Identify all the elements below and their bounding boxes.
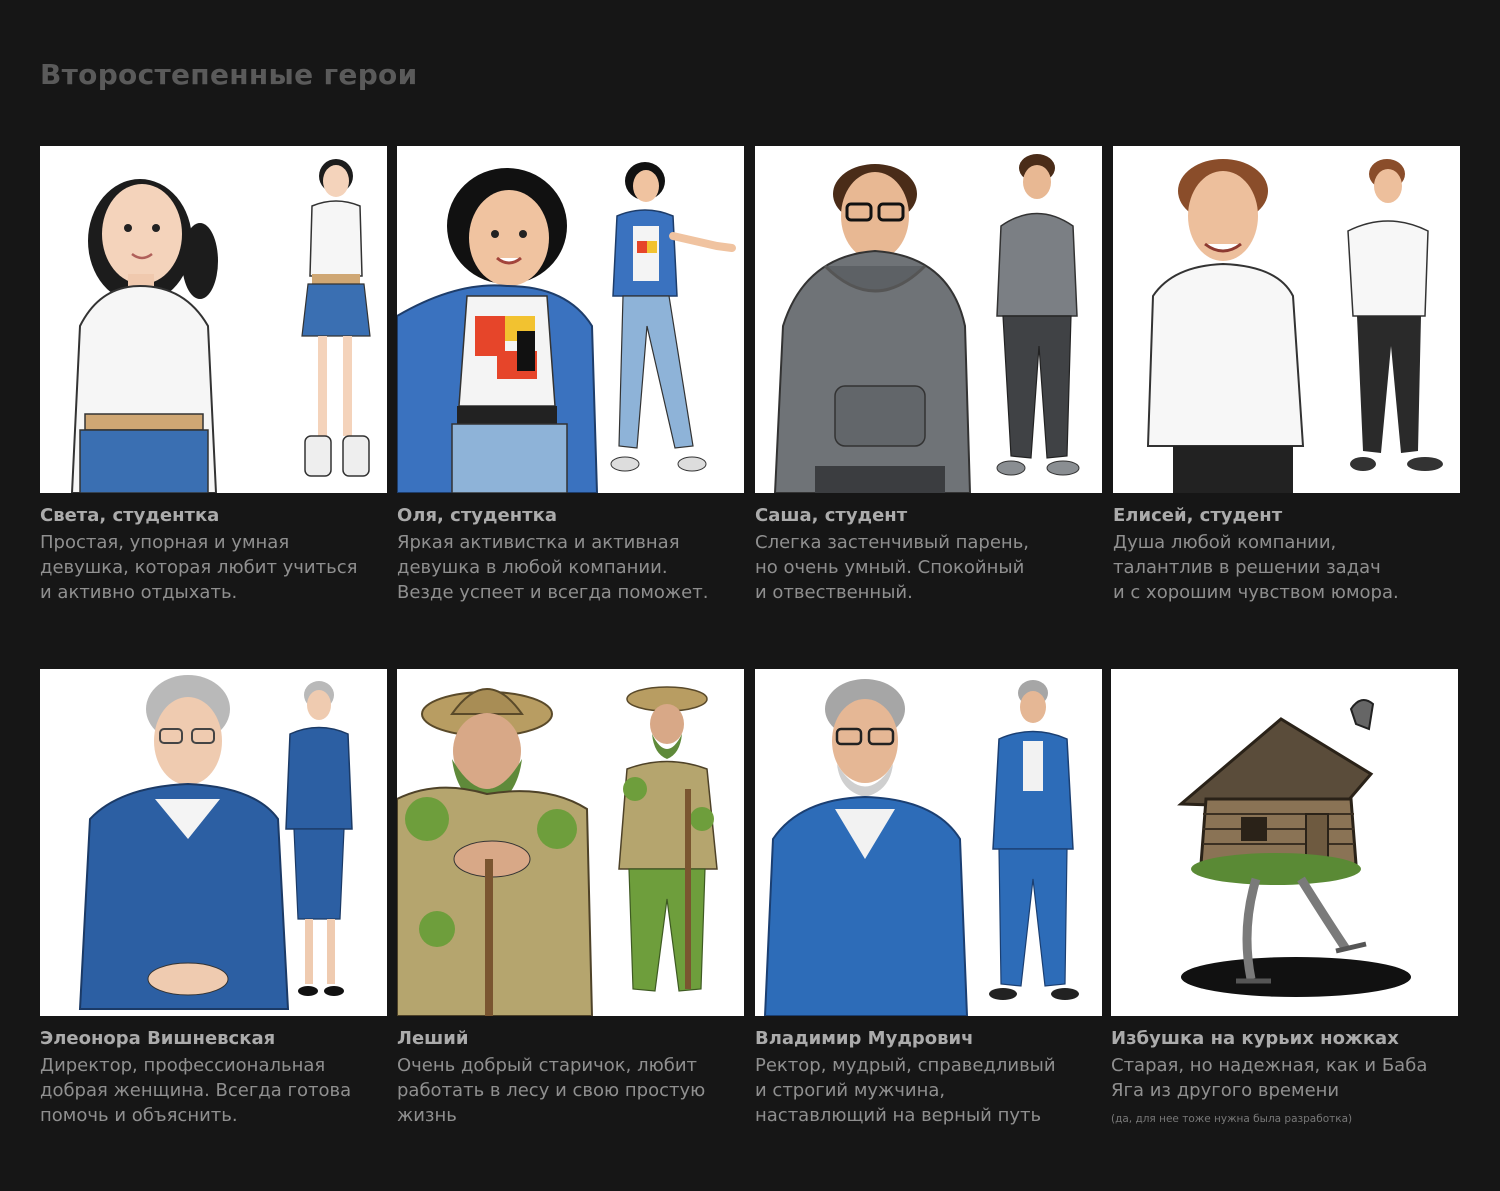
character-name: Света, студентка bbox=[40, 505, 220, 526]
character-card-izbushka: Избушка на курьих ножках Старая, но наде… bbox=[1111, 669, 1459, 1125]
character-name: Оля, студентка bbox=[397, 505, 557, 526]
character-card-leshiy: Леший Очень добрый старичок, любит работ… bbox=[397, 669, 745, 1128]
character-card-vladimir: Владимир Мудрович Ректор, мудрый, справе… bbox=[755, 669, 1103, 1128]
character-illustration-elisey bbox=[1113, 146, 1460, 493]
character-illustration-olya bbox=[397, 146, 744, 493]
character-name: Елисей, студент bbox=[1113, 505, 1283, 526]
character-description: Простая, упорная и умная девушка, котора… bbox=[40, 532, 358, 603]
character-note: (да, для нее тоже нужна была разработка) bbox=[1111, 1113, 1353, 1125]
character-card-olya: Оля, студентка Яркая активистка и активн… bbox=[397, 146, 745, 605]
character-description: Слегка застенчивый парень, но очень умны… bbox=[755, 532, 1030, 603]
character-illustration-leshiy bbox=[397, 669, 744, 1016]
character-illustration-eleonora bbox=[40, 669, 387, 1016]
character-card-eleonora: Элеонора Вишневская Директор, профессион… bbox=[40, 669, 388, 1128]
character-illustration-vladimir bbox=[755, 669, 1102, 1016]
character-name: Леший bbox=[397, 1028, 469, 1049]
character-description: Директор, профессиональная добрая женщин… bbox=[40, 1055, 352, 1126]
character-description: Душа любой компании, талантлив в решении… bbox=[1113, 532, 1399, 603]
character-illustration-izbushka bbox=[1111, 669, 1458, 1016]
character-name: Элеонора Вишневская bbox=[40, 1028, 276, 1049]
character-description: Яркая активистка и активная девушка в лю… bbox=[397, 532, 709, 603]
page-title: Второстепенные герои bbox=[40, 58, 418, 91]
character-description: Ректор, мудрый, справедливый и строгий м… bbox=[755, 1055, 1056, 1126]
character-description: Старая, но надежная, как и Баба Яга из д… bbox=[1111, 1055, 1428, 1101]
character-card-elisey: Елисей, студент Душа любой компании, тал… bbox=[1113, 146, 1461, 605]
character-description: Очень добрый старичок, любит работать в … bbox=[397, 1055, 706, 1126]
character-card-sveta: Света, студентка Простая, упорная и умна… bbox=[40, 146, 388, 605]
character-illustration-sasha bbox=[755, 146, 1102, 493]
character-name: Саша, студент bbox=[755, 505, 908, 526]
character-illustration-sveta bbox=[40, 146, 387, 493]
character-name: Владимир Мудрович bbox=[755, 1028, 974, 1049]
character-name: Избушка на курьих ножках bbox=[1111, 1028, 1399, 1049]
character-card-sasha: Саша, студент Слегка застенчивый парень,… bbox=[755, 146, 1103, 605]
